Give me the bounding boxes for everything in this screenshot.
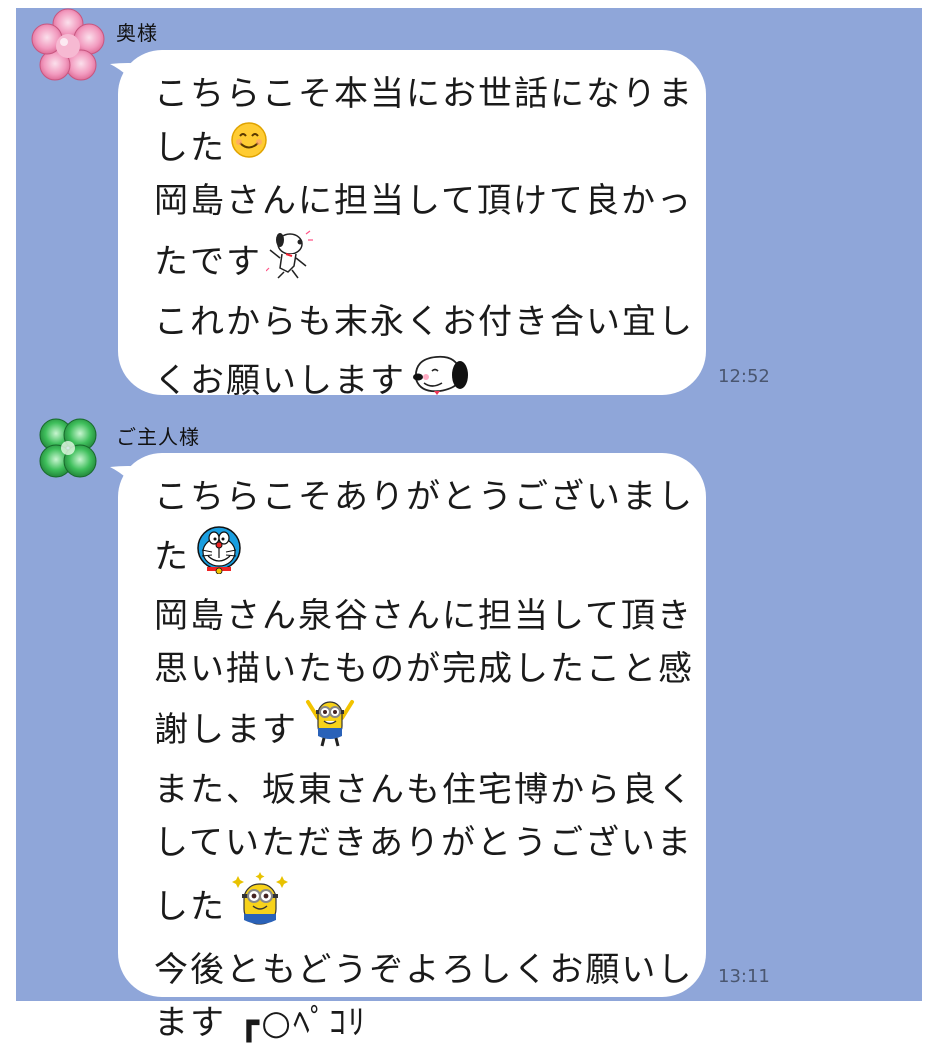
message-text: した xyxy=(154,886,226,927)
snoopy-face-icon xyxy=(410,349,476,413)
message-bubble[interactable]: こちらこそ本当にお世話になりま した 岡島さんに担当して頂けて良かっ たです こ… xyxy=(118,50,706,401)
message-line: こちらこそ本当にお世話になりま xyxy=(154,74,694,114)
minion-sparkle-icon xyxy=(230,870,290,944)
message-line: 岡島さんに担当して頂けて良かっ xyxy=(154,181,693,221)
message-text: くお願いします xyxy=(154,360,406,401)
message-line: 岡島さん泉谷さんに担当して頂き xyxy=(154,596,693,636)
dancing-dog-icon xyxy=(265,228,316,296)
message-timestamp: 12:52 xyxy=(718,366,770,387)
message-line-with-emoji: した xyxy=(154,121,678,175)
message-bubble[interactable]: こちらこそありがとうございまし た 岡島さん泉谷さんに担当して頂き 思い描いたも… xyxy=(118,453,706,1043)
message-line: 思い描いたものが完成したこと感 xyxy=(154,649,694,689)
message-line-with-emoji: 謝します xyxy=(154,696,678,764)
message-line: 今後ともどうぞよろしくお願いし xyxy=(154,950,694,990)
doraemon-icon xyxy=(194,524,244,590)
message-line: また、坂東さんも住宅博から良く xyxy=(154,770,694,810)
message-line-with-emoji: た xyxy=(154,524,678,590)
green-clover-icon[interactable] xyxy=(30,411,106,487)
message-line: これからも末永くお付き合い宜し xyxy=(154,302,694,342)
message-text: 謝します xyxy=(154,709,298,750)
message-line-with-emoji: した xyxy=(154,870,678,944)
message-line: こちらこそありがとうございまし xyxy=(154,477,694,517)
message-text: した xyxy=(154,127,226,168)
message-text: たです xyxy=(154,241,262,282)
minion-cheering-icon xyxy=(302,696,358,764)
message-line-with-emoji: くお願いします xyxy=(154,349,678,413)
smiling-face-icon xyxy=(230,121,268,175)
message-text: た xyxy=(154,536,190,577)
message-timestamp: 13:11 xyxy=(718,966,770,987)
sender-name: ご主人様 xyxy=(116,425,200,449)
sender-name: 奥様 xyxy=(116,21,158,45)
message-line-with-emoji: たです xyxy=(154,228,678,296)
message-line: していただきありがとうございま xyxy=(154,823,693,863)
pink-flower-icon[interactable] xyxy=(30,8,106,84)
